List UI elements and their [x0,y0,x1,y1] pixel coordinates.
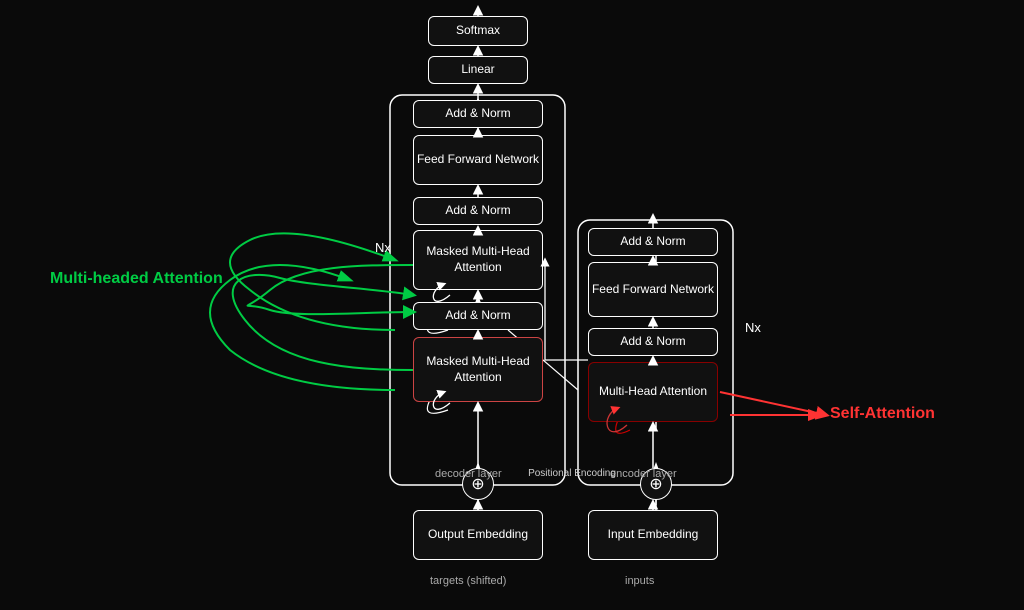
self-attention-label: Self-Attention [830,405,935,423]
targets-text: targets (shifted) [430,575,506,587]
output-embedding-box: Output Embedding [413,510,543,560]
decoder-add-norm-top-label: Add & Norm [445,106,510,122]
encoder-add-norm-bot-label: Add & Norm [620,334,685,350]
output-embedding-label: Output Embedding [428,527,528,543]
decoder-add-norm-bot: Add & Norm [413,302,543,330]
positional-encoding-label: Positional Encoding [512,468,632,479]
decoder-ffn: Feed Forward Network [413,135,543,185]
decoder-layer-text: decoder layer [435,468,502,480]
decoder-nx: Nx [375,240,391,255]
inputs-label: inputs [625,575,654,587]
encoder-multi-head-attn-label: Multi-Head Attention [599,384,707,400]
decoder-nx-text: Nx [375,240,391,255]
self-attention-text: Self-Attention [830,405,935,422]
multi-headed-attention-label: Multi-headed Attention [50,270,223,288]
input-embedding-box: Input Embedding [588,510,718,560]
encoder-nx: Nx [745,320,761,335]
decoder-masked-attn-bot-label: Masked Multi-Head Attention [414,354,542,385]
input-embedding-label: Input Embedding [608,527,699,543]
decoder-add-norm-mid: Add & Norm [413,197,543,225]
decoder-add-norm-top: Add & Norm [413,100,543,128]
encoder-add-norm-top: Add & Norm [588,228,718,256]
linear-box: Linear [428,56,528,84]
softmax-box: Softmax [428,16,528,46]
encoder-nx-text: Nx [745,320,761,335]
decoder-masked-attn-bot: Masked Multi-Head Attention [413,337,543,402]
positional-encoding-text: Positional Encoding [528,468,616,479]
encoder-add-norm-top-label: Add & Norm [620,234,685,250]
decoder-layer-label: decoder layer [435,468,502,480]
encoder-ffn: Feed Forward Network [588,262,718,317]
decoder-add-norm-bot-label: Add & Norm [445,308,510,324]
inputs-text: inputs [625,575,654,587]
decoder-masked-attn-top: Masked Multi-Head Attention [413,230,543,290]
encoder-ffn-label: Feed Forward Network [592,282,714,298]
decoder-ffn-label: Feed Forward Network [417,152,539,168]
targets-label: targets (shifted) [430,575,506,587]
encoder-add-norm-bot: Add & Norm [588,328,718,356]
linear-label: Linear [461,62,494,78]
encoder-multi-head-attn: Multi-Head Attention [588,362,718,422]
softmax-label: Softmax [456,23,500,39]
decoder-add-norm-mid-label: Add & Norm [445,203,510,219]
decoder-masked-attn-top-label: Masked Multi-Head Attention [414,244,542,275]
diagram-container: Softmax Linear Add & Norm Feed Forward N… [0,0,1024,610]
multi-headed-attention-text: Multi-headed Attention [50,270,223,287]
